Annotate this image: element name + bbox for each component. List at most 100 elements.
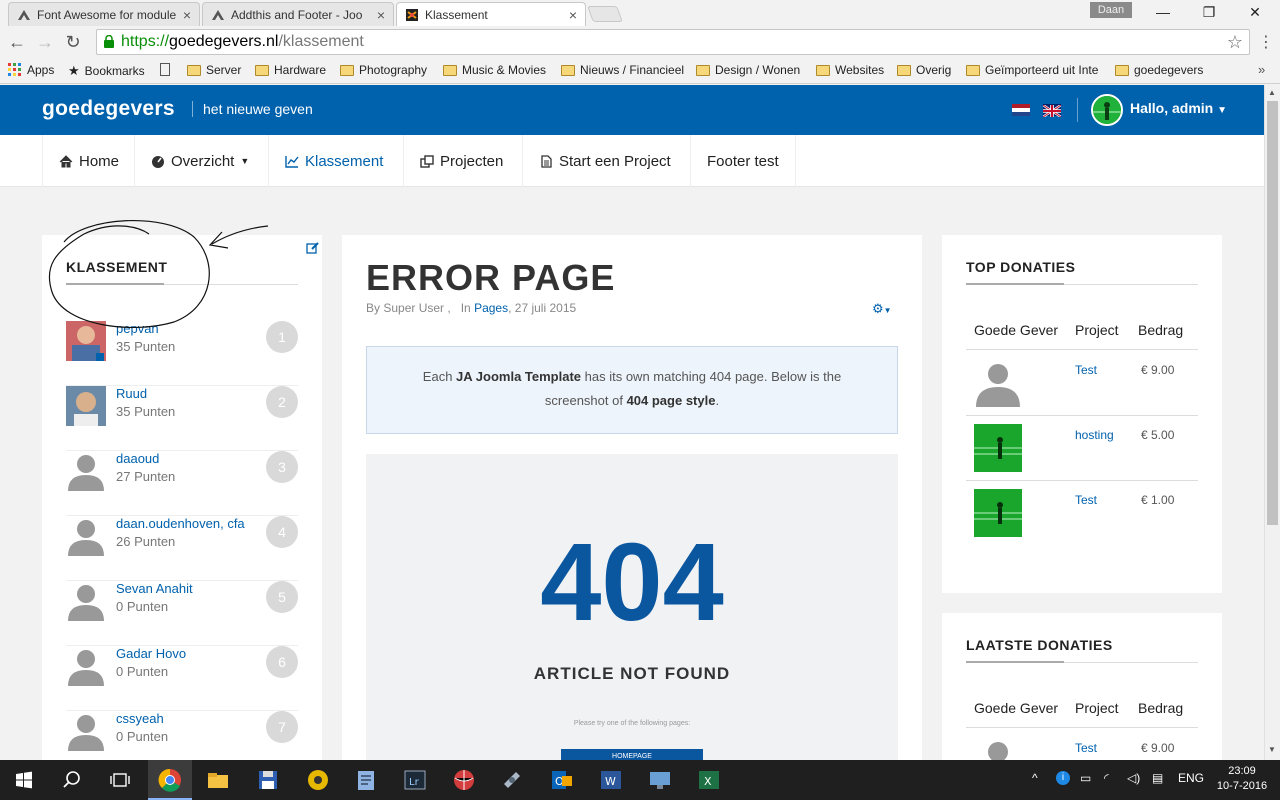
window-close-icon[interactable]: ✕ — [1232, 0, 1278, 24]
nav-klassement[interactable]: Klassement — [268, 135, 399, 187]
search-icon[interactable] — [58, 766, 86, 794]
rank-name-link[interactable]: daan.oudenhoven, cfa — [116, 516, 245, 531]
clock[interactable]: 23:09 10-7-2016 — [1212, 764, 1272, 794]
bookmark-folder[interactable]: Hardware — [255, 63, 326, 77]
language-indicator[interactable]: ENG — [1178, 771, 1204, 785]
word-icon[interactable]: W — [597, 766, 625, 794]
rank-item[interactable]: Ruud 35 Punten 2 — [66, 386, 298, 451]
save-disk-icon[interactable] — [254, 766, 282, 794]
bookmark-folder[interactable]: Photography — [340, 63, 427, 77]
rank-name-link[interactable]: Gadar Hovo — [116, 646, 186, 661]
nav-home[interactable]: Home — [42, 135, 135, 187]
excel-icon[interactable]: X — [695, 766, 723, 794]
taskbar-chrome-active[interactable] — [148, 760, 192, 800]
scroll-thumb[interactable] — [1267, 101, 1278, 525]
nav-footer-test[interactable]: Footer test — [690, 135, 796, 187]
project-link[interactable]: Test — [1075, 363, 1097, 377]
bookmark-apps[interactable]: Apps — [8, 63, 54, 77]
more-bookmarks-icon[interactable]: » — [1258, 62, 1265, 77]
restore-icon[interactable]: ❐ — [1186, 0, 1232, 24]
remote-desktop-icon[interactable] — [646, 766, 674, 794]
tray-expand-icon[interactable]: ^ — [1032, 771, 1038, 785]
project-link[interactable]: Test — [1075, 493, 1097, 507]
notifications-icon[interactable]: ▤ — [1152, 771, 1163, 785]
close-icon[interactable]: × — [183, 7, 191, 23]
forward-icon[interactable]: → — [34, 32, 56, 52]
rank-name-link[interactable]: cssyeah — [116, 711, 164, 726]
rank-item[interactable]: Sevan Anahit 0 Punten 5 — [66, 581, 298, 646]
bookmark-page-icon-item[interactable] — [160, 63, 170, 76]
site-logo[interactable]: goedegevers — [42, 97, 175, 121]
bookmark-folder[interactable]: Server — [187, 63, 241, 77]
rank-name-link[interactable]: daaoud — [116, 451, 159, 466]
nav-overzicht[interactable]: Overzicht ▼ — [134, 135, 265, 187]
file-explorer-icon[interactable] — [204, 766, 232, 794]
bookmark-folder[interactable]: Overig — [897, 63, 951, 77]
address-bar[interactable]: https://goedegevers.nl/klassement ☆ — [96, 29, 1250, 55]
rank-name-link[interactable]: Ruud — [116, 386, 147, 401]
bookmark-folder[interactable]: Geïmporteerd uit Inte — [966, 63, 1098, 77]
article-tools-menu[interactable]: ⚙▼ — [872, 301, 892, 317]
reload-icon[interactable]: ↻ — [62, 32, 84, 52]
windows-start-icon[interactable] — [10, 766, 38, 794]
bookmark-label: Websites — [835, 63, 885, 77]
default-avatar-icon — [68, 455, 104, 491]
browser-tab[interactable]: Addthis and Footer - Joo × — [202, 2, 394, 26]
bookmark-star-icon[interactable]: ☆ — [1227, 30, 1243, 54]
rank-name-link[interactable]: Sevan Anahit — [116, 581, 193, 596]
bookmark-folder[interactable]: Nieuws / Financieel — [561, 63, 684, 77]
bookmark-folder[interactable]: Music & Movies — [443, 63, 546, 77]
profile-chip[interactable]: Daan — [1090, 2, 1132, 18]
close-icon[interactable]: × — [569, 7, 577, 23]
minimize-icon[interactable]: — — [1140, 0, 1186, 24]
meta-category-link[interactable]: Pages — [474, 301, 508, 315]
rank-item[interactable]: cssyeah 0 Punten 7 — [66, 711, 298, 760]
page-scrollbar[interactable]: ▲ ▼ — [1264, 85, 1280, 760]
bookmark-folder[interactable]: Websites — [816, 63, 884, 77]
rank-item[interactable]: daaoud 27 Punten 3 — [66, 451, 298, 516]
satellite-icon[interactable] — [498, 766, 526, 794]
scroll-down-icon[interactable]: ▼ — [1268, 745, 1276, 754]
bookmark-folder[interactable]: goedegevers — [1115, 63, 1203, 77]
scroll-up-icon[interactable]: ▲ — [1268, 88, 1276, 97]
rank-item[interactable]: Gadar Hovo 0 Punten 6 — [66, 646, 298, 711]
nav-start-project[interactable]: Start een Project — [522, 135, 687, 187]
media-app-icon[interactable] — [304, 766, 332, 794]
rank-item[interactable]: daan.oudenhoven, cfa 26 Punten 4 — [66, 516, 298, 581]
ball-app-icon[interactable] — [450, 766, 478, 794]
homepage-button[interactable]: HOMEPAGE — [561, 749, 703, 760]
browser-tab[interactable]: Font Awesome for module × — [8, 2, 200, 26]
nav-projecten[interactable]: Projecten — [403, 135, 519, 187]
edit-icon[interactable] — [306, 241, 320, 255]
project-link[interactable]: Test — [1075, 741, 1097, 755]
dashboard-icon — [152, 155, 164, 168]
network-icon[interactable]: ◜ — [1104, 771, 1109, 785]
info-tray-icon[interactable]: i — [1056, 771, 1070, 785]
rank-points: 0 Punten — [116, 599, 169, 614]
bookmark-label: Overig — [916, 63, 952, 77]
folder-icon — [443, 64, 457, 76]
user-avatar[interactable] — [1091, 94, 1123, 126]
user-greeting-menu[interactable]: Hallo, admin ▼ — [1130, 100, 1227, 116]
bookmark-folder[interactable]: Design / Wonen — [696, 63, 800, 77]
task-view-icon[interactable] — [106, 766, 134, 794]
back-icon[interactable]: ← — [6, 32, 28, 52]
folder-icon — [561, 64, 575, 76]
project-link[interactable]: hosting — [1075, 428, 1114, 442]
browser-menu-icon[interactable]: ⋮ — [1258, 32, 1274, 52]
bookmark-bookmarks[interactable]: ★ Bookmarks — [68, 63, 145, 79]
notepad-app-icon[interactable] — [352, 766, 380, 794]
title-rule — [966, 661, 1198, 663]
top-donaties-card: TOP DONATIES Goede Gever Project Bedrag … — [942, 235, 1222, 593]
lightroom-icon[interactable]: Lr — [401, 766, 429, 794]
clone-icon — [420, 154, 434, 168]
battery-icon[interactable]: ▭ — [1080, 771, 1091, 785]
outlook-icon[interactable]: O — [548, 766, 576, 794]
browser-tab-active[interactable]: Klassement × — [396, 2, 586, 26]
volume-icon[interactable]: ◁) — [1127, 771, 1140, 785]
new-tab-button[interactable] — [587, 6, 623, 22]
flag-nl-icon[interactable] — [1012, 104, 1030, 116]
avatar-photo — [66, 386, 106, 426]
flag-uk-icon[interactable] — [1042, 104, 1062, 118]
close-icon[interactable]: × — [377, 7, 385, 23]
